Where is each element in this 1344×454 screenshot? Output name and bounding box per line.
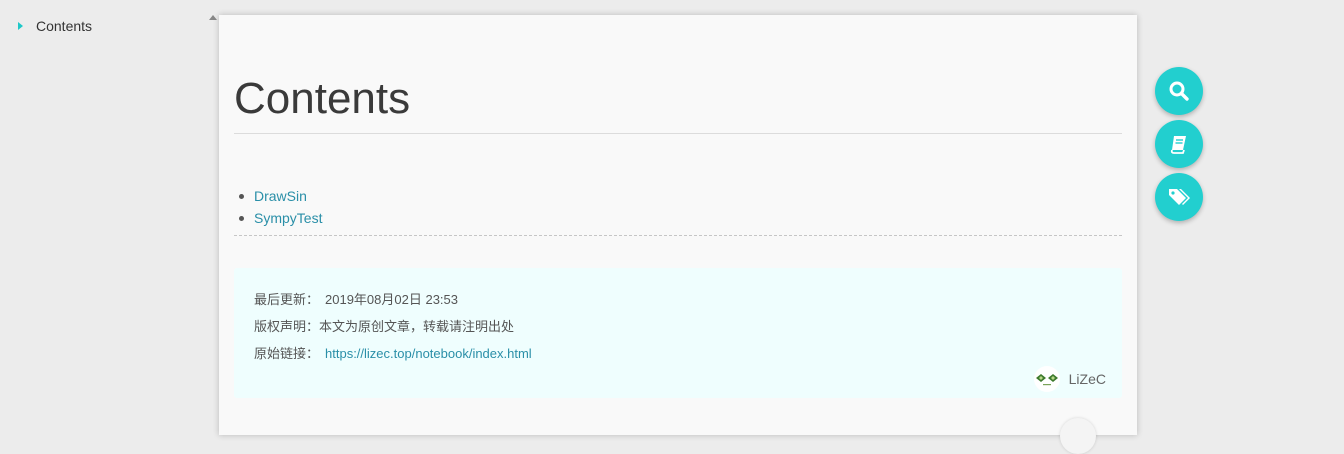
last-updated-value: 2019年08月02日 23:53 xyxy=(325,292,458,307)
license-label: 版权声明 xyxy=(254,319,307,334)
toc-item-contents[interactable]: Contents xyxy=(16,18,92,34)
license-value: 本文为原创文章，转载请注明出处 xyxy=(319,319,515,334)
article-card: Contents DrawSin SympyTest 最后更新： 2019年08月… xyxy=(219,15,1137,435)
notebook-link-list: DrawSin SympyTest xyxy=(234,185,322,229)
toc-sidebar: Contents xyxy=(0,0,218,425)
back-to-top-button[interactable] xyxy=(1060,418,1096,454)
list-item: DrawSin xyxy=(234,185,322,207)
search-icon xyxy=(1169,81,1189,101)
page-title: Contents xyxy=(234,74,411,123)
caret-right-icon xyxy=(18,22,23,30)
tags-icon xyxy=(1169,189,1190,205)
author-info[interactable]: LiZeC xyxy=(1033,366,1106,392)
last-updated-label: 最后更新： xyxy=(254,292,320,307)
scroll-up-arrow-icon[interactable] xyxy=(209,15,217,20)
sympytest-link[interactable]: SympyTest xyxy=(254,210,322,226)
last-updated-row: 最后更新： 2019年08月02日 23:53 xyxy=(254,289,458,308)
toc-item-label: Contents xyxy=(36,18,93,34)
copyright-box: 最后更新： 2019年08月02日 23:53 版权声明：本文为原创文章，转载请注… xyxy=(234,268,1122,398)
notebook-button[interactable] xyxy=(1155,120,1203,168)
list-item: SympyTest xyxy=(234,207,322,229)
original-link-row: 原始链接： https://lizec.top/notebook/index.ht… xyxy=(254,343,532,362)
content-divider xyxy=(234,235,1122,236)
book-icon xyxy=(1170,136,1186,154)
original-link[interactable]: https://lizec.top/notebook/index.html xyxy=(325,346,532,361)
original-link-label: 原始链接： xyxy=(254,346,320,361)
license-separator: ： xyxy=(306,319,320,334)
author-name: LiZeC xyxy=(1068,371,1106,387)
avatar xyxy=(1033,366,1060,392)
license-row: 版权声明：本文为原创文章，转载请注明出处 xyxy=(254,316,514,335)
drawsin-link[interactable]: DrawSin xyxy=(254,188,307,204)
tags-button[interactable] xyxy=(1155,173,1203,221)
author-logo-icon xyxy=(1035,374,1058,386)
search-button[interactable] xyxy=(1155,67,1203,115)
title-divider xyxy=(234,133,1122,134)
